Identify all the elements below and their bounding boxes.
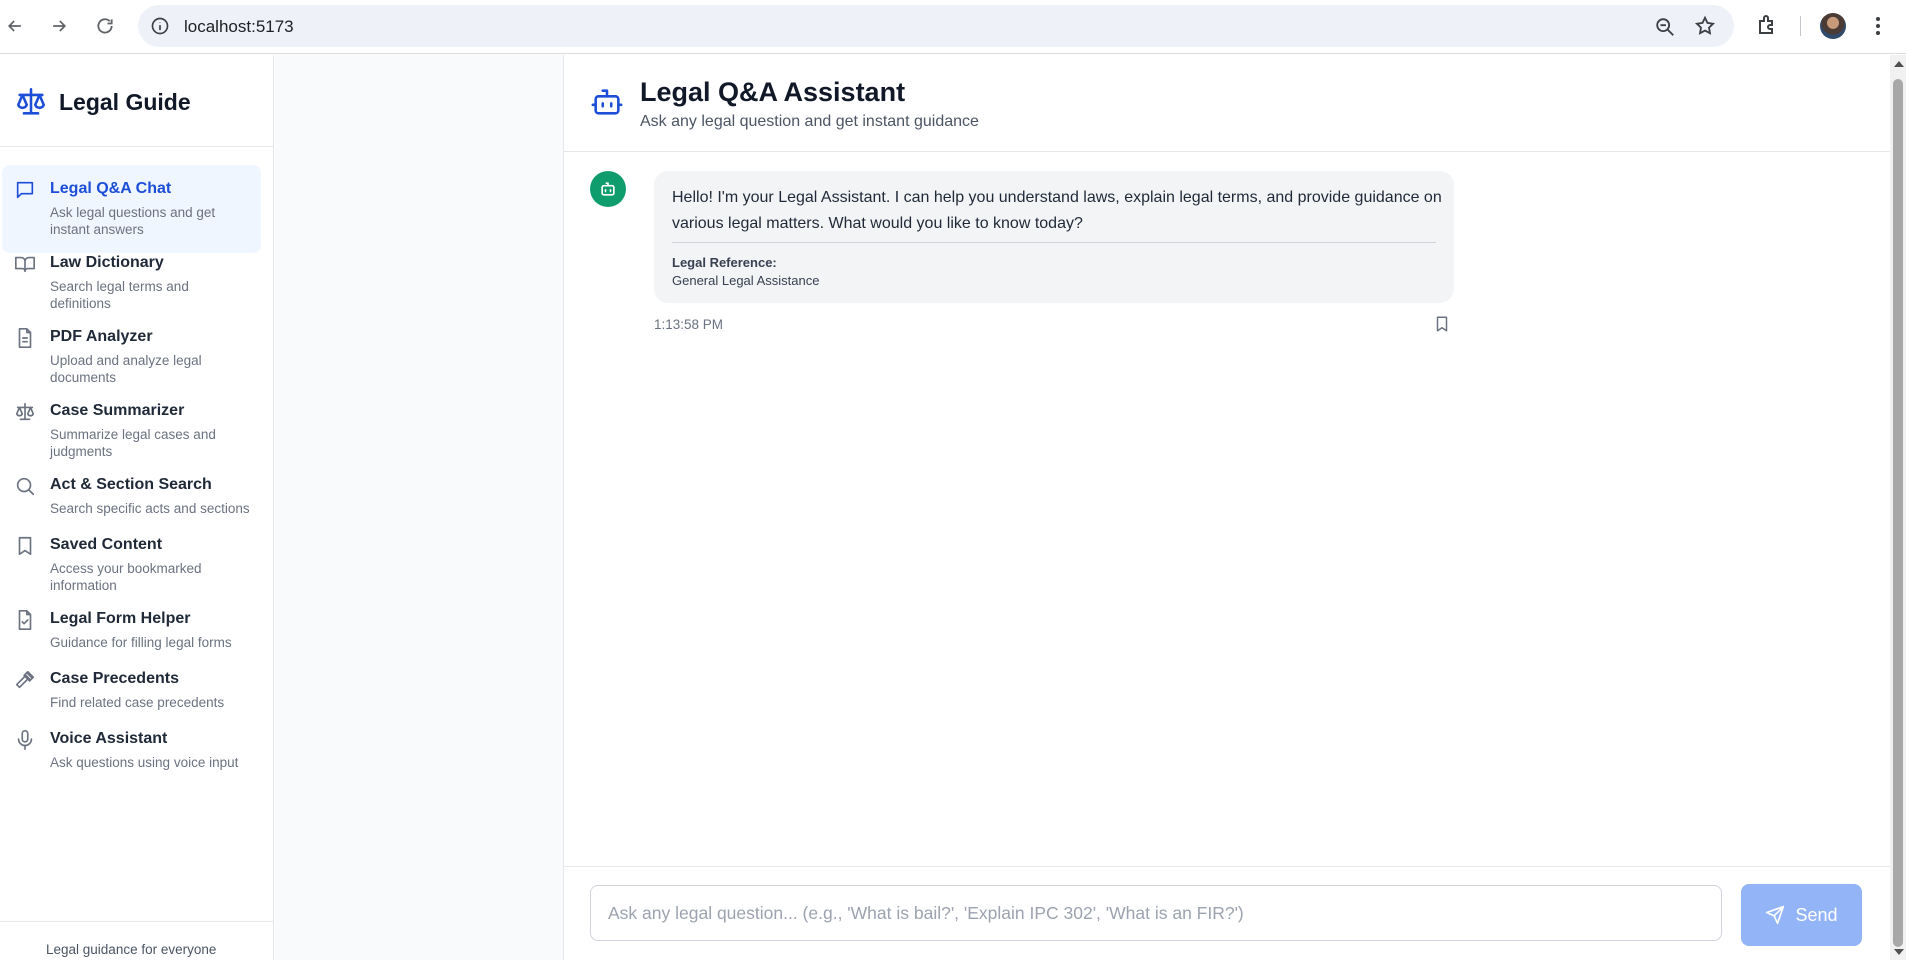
- message-text: Hello! I'm your Legal Assistant. I can h…: [672, 189, 1442, 232]
- sidebar-item-description: Find related case precedents: [50, 695, 225, 710]
- bookmark-message-icon[interactable]: [1433, 315, 1453, 335]
- sidebar: Legal Guide Legal Q&A Chat Ask legal que…: [0, 55, 274, 960]
- sidebar-item-label: Law Dictionary: [50, 254, 164, 271]
- page-scrollbar[interactable]: [1890, 55, 1906, 960]
- bookmark-icon: [14, 535, 38, 559]
- search-icon: [14, 475, 38, 499]
- sidebar-item-label: PDF Analyzer: [50, 328, 153, 345]
- assistant-avatar: [590, 171, 626, 207]
- gavel-icon: [14, 669, 38, 693]
- sidebar-item-description: Search legal terms and definitions: [50, 279, 189, 311]
- sidebar-item-description: Ask questions using voice input: [50, 755, 239, 770]
- sidebar-item-description: Guidance for filling legal forms: [50, 635, 232, 650]
- address-bar[interactable]: localhost:5173: [138, 5, 1734, 47]
- browser-toolbar: localhost:5173: [0, 0, 1906, 54]
- sidebar-item-description: Upload and analyze legal documents: [50, 353, 202, 385]
- brand-title: Legal Guide: [59, 89, 191, 115]
- send-button[interactable]: Send: [1741, 884, 1862, 946]
- scale-icon: [14, 85, 48, 119]
- more-menu-icon[interactable]: [1868, 13, 1888, 39]
- chat-panel: Legal Q&A Assistant Ask any legal questi…: [563, 55, 1891, 960]
- sidebar-item-label: Case Precedents: [50, 670, 179, 687]
- sidebar-item-description: Ask legal questions and get instant answ…: [50, 205, 216, 237]
- page-subtitle: Ask any legal question and get instant g…: [640, 113, 979, 130]
- url-text: localhost:5173: [184, 17, 294, 36]
- chat-input-area: Send: [564, 866, 1891, 960]
- profile-avatar[interactable]: [1820, 13, 1846, 39]
- legal-reference-label: Legal Reference:: [672, 255, 777, 270]
- send-icon: [1766, 905, 1785, 925]
- scale-icon: [14, 401, 38, 425]
- sidebar-item-label: Voice Assistant: [50, 730, 168, 747]
- sidebar-item-label: Legal Form Helper: [50, 610, 191, 627]
- chat-header: Legal Q&A Assistant Ask any legal questi…: [564, 55, 1891, 152]
- bot-icon: [590, 85, 624, 119]
- site-info-icon[interactable]: [150, 16, 170, 36]
- sidebar-item-label: Legal Q&A Chat: [50, 180, 172, 197]
- sidebar-item-label: Act & Section Search: [50, 476, 212, 493]
- message-divider: [672, 242, 1436, 243]
- sidebar-footer: Legal guidance for everyone: [0, 921, 273, 960]
- scroll-down-arrow[interactable]: [1894, 949, 1904, 955]
- file-check-icon: [14, 609, 38, 633]
- extensions-icon[interactable]: [1756, 13, 1780, 37]
- back-arrow-icon[interactable]: [0, 11, 30, 41]
- toolbar-divider: [1800, 16, 1801, 36]
- sidebar-footer-text: Legal guidance for everyone: [46, 942, 217, 957]
- zoom-icon[interactable]: [1654, 16, 1676, 38]
- sidebar-item-description: Search specific acts and sections: [50, 501, 250, 516]
- microphone-icon: [14, 729, 38, 753]
- assistant-message: Hello! I'm your Legal Assistant. I can h…: [654, 171, 1454, 303]
- sidebar-item-voice-assistant[interactable]: Voice Assistant Ask questions using voic…: [2, 715, 261, 803]
- scroll-up-arrow[interactable]: [1894, 61, 1904, 67]
- sidebar-item-description: Access your bookmarked information: [50, 561, 202, 593]
- chat-input[interactable]: [590, 885, 1722, 941]
- brand-header: Legal Guide: [0, 55, 273, 147]
- scrollbar-thumb[interactable]: [1893, 79, 1903, 947]
- sidebar-item-label: Case Summarizer: [50, 402, 185, 419]
- message-icon: [14, 179, 38, 203]
- bookmark-star-icon[interactable]: [1694, 15, 1716, 37]
- page-title: Legal Q&A Assistant: [640, 77, 906, 107]
- sidebar-item-label: Saved Content: [50, 536, 163, 553]
- reload-icon[interactable]: [90, 11, 120, 41]
- content-gutter: [275, 55, 563, 960]
- forward-arrow-icon[interactable]: [44, 11, 74, 41]
- legal-reference-value: General Legal Assistance: [672, 273, 820, 288]
- send-button-label: Send: [1795, 904, 1838, 925]
- book-icon: [14, 253, 38, 277]
- sidebar-item-description: Summarize legal cases and judgments: [50, 427, 216, 459]
- message-timestamp: 1:13:58 PM: [654, 317, 724, 332]
- document-icon: [14, 327, 38, 351]
